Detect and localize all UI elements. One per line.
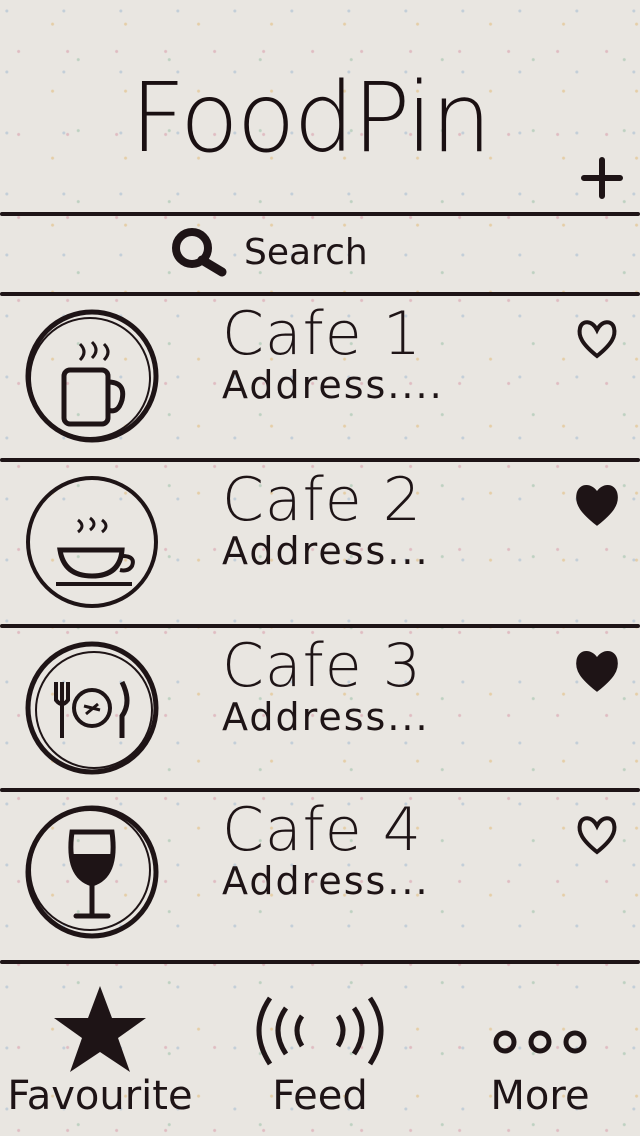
- divider: [0, 960, 640, 964]
- restaurant-name: Cafe 3: [222, 631, 422, 701]
- tab-favourite[interactable]: Favourite: [0, 976, 200, 1126]
- restaurant-address: Address....: [222, 363, 444, 407]
- restaurant-name: Cafe 1: [222, 299, 422, 369]
- tab-bar: Favourite Feed More: [0, 966, 640, 1136]
- heart-outline-icon[interactable]: [574, 812, 620, 858]
- broadcast-icon: [256, 996, 384, 1066]
- restaurant-address: Address...: [222, 529, 430, 573]
- list-item[interactable]: Cafe 2 Address...: [0, 462, 640, 622]
- heart-outline-icon[interactable]: [574, 316, 620, 362]
- list-item[interactable]: Cafe 3 Address...: [0, 628, 640, 788]
- tab-label: Favourite: [7, 1073, 193, 1119]
- search-icon: [172, 228, 227, 277]
- tab-label: More: [490, 1073, 590, 1119]
- restaurant-address: Address...: [222, 695, 430, 739]
- coffee-mug-icon: [25, 309, 159, 443]
- star-icon: [54, 986, 146, 1072]
- search-bar[interactable]: [168, 220, 468, 284]
- restaurant-name: Cafe 4: [222, 795, 422, 865]
- coffee-cup-icon: [26, 476, 158, 608]
- tab-more[interactable]: More: [440, 976, 640, 1126]
- wine-glass-icon: [25, 805, 159, 939]
- restaurant-name: Cafe 2: [222, 465, 422, 535]
- tab-feed[interactable]: Feed: [220, 976, 420, 1126]
- plate-cutlery-icon: [25, 641, 159, 775]
- divider: [0, 212, 640, 216]
- restaurant-address: Address...: [222, 859, 430, 903]
- list-item[interactable]: Cafe 1 Address....: [0, 296, 640, 456]
- heart-filled-icon[interactable]: [574, 482, 620, 528]
- search-input[interactable]: [242, 230, 466, 274]
- more-dots-icon: [493, 1030, 587, 1054]
- add-button[interactable]: [574, 150, 630, 206]
- plus-icon: [581, 157, 623, 199]
- navigation-bar: FoodPin: [0, 0, 640, 212]
- app-title: FoodPin: [130, 62, 492, 174]
- list-item[interactable]: Cafe 4 Address...: [0, 792, 640, 952]
- heart-filled-icon[interactable]: [574, 648, 620, 694]
- tab-label: Feed: [272, 1073, 368, 1119]
